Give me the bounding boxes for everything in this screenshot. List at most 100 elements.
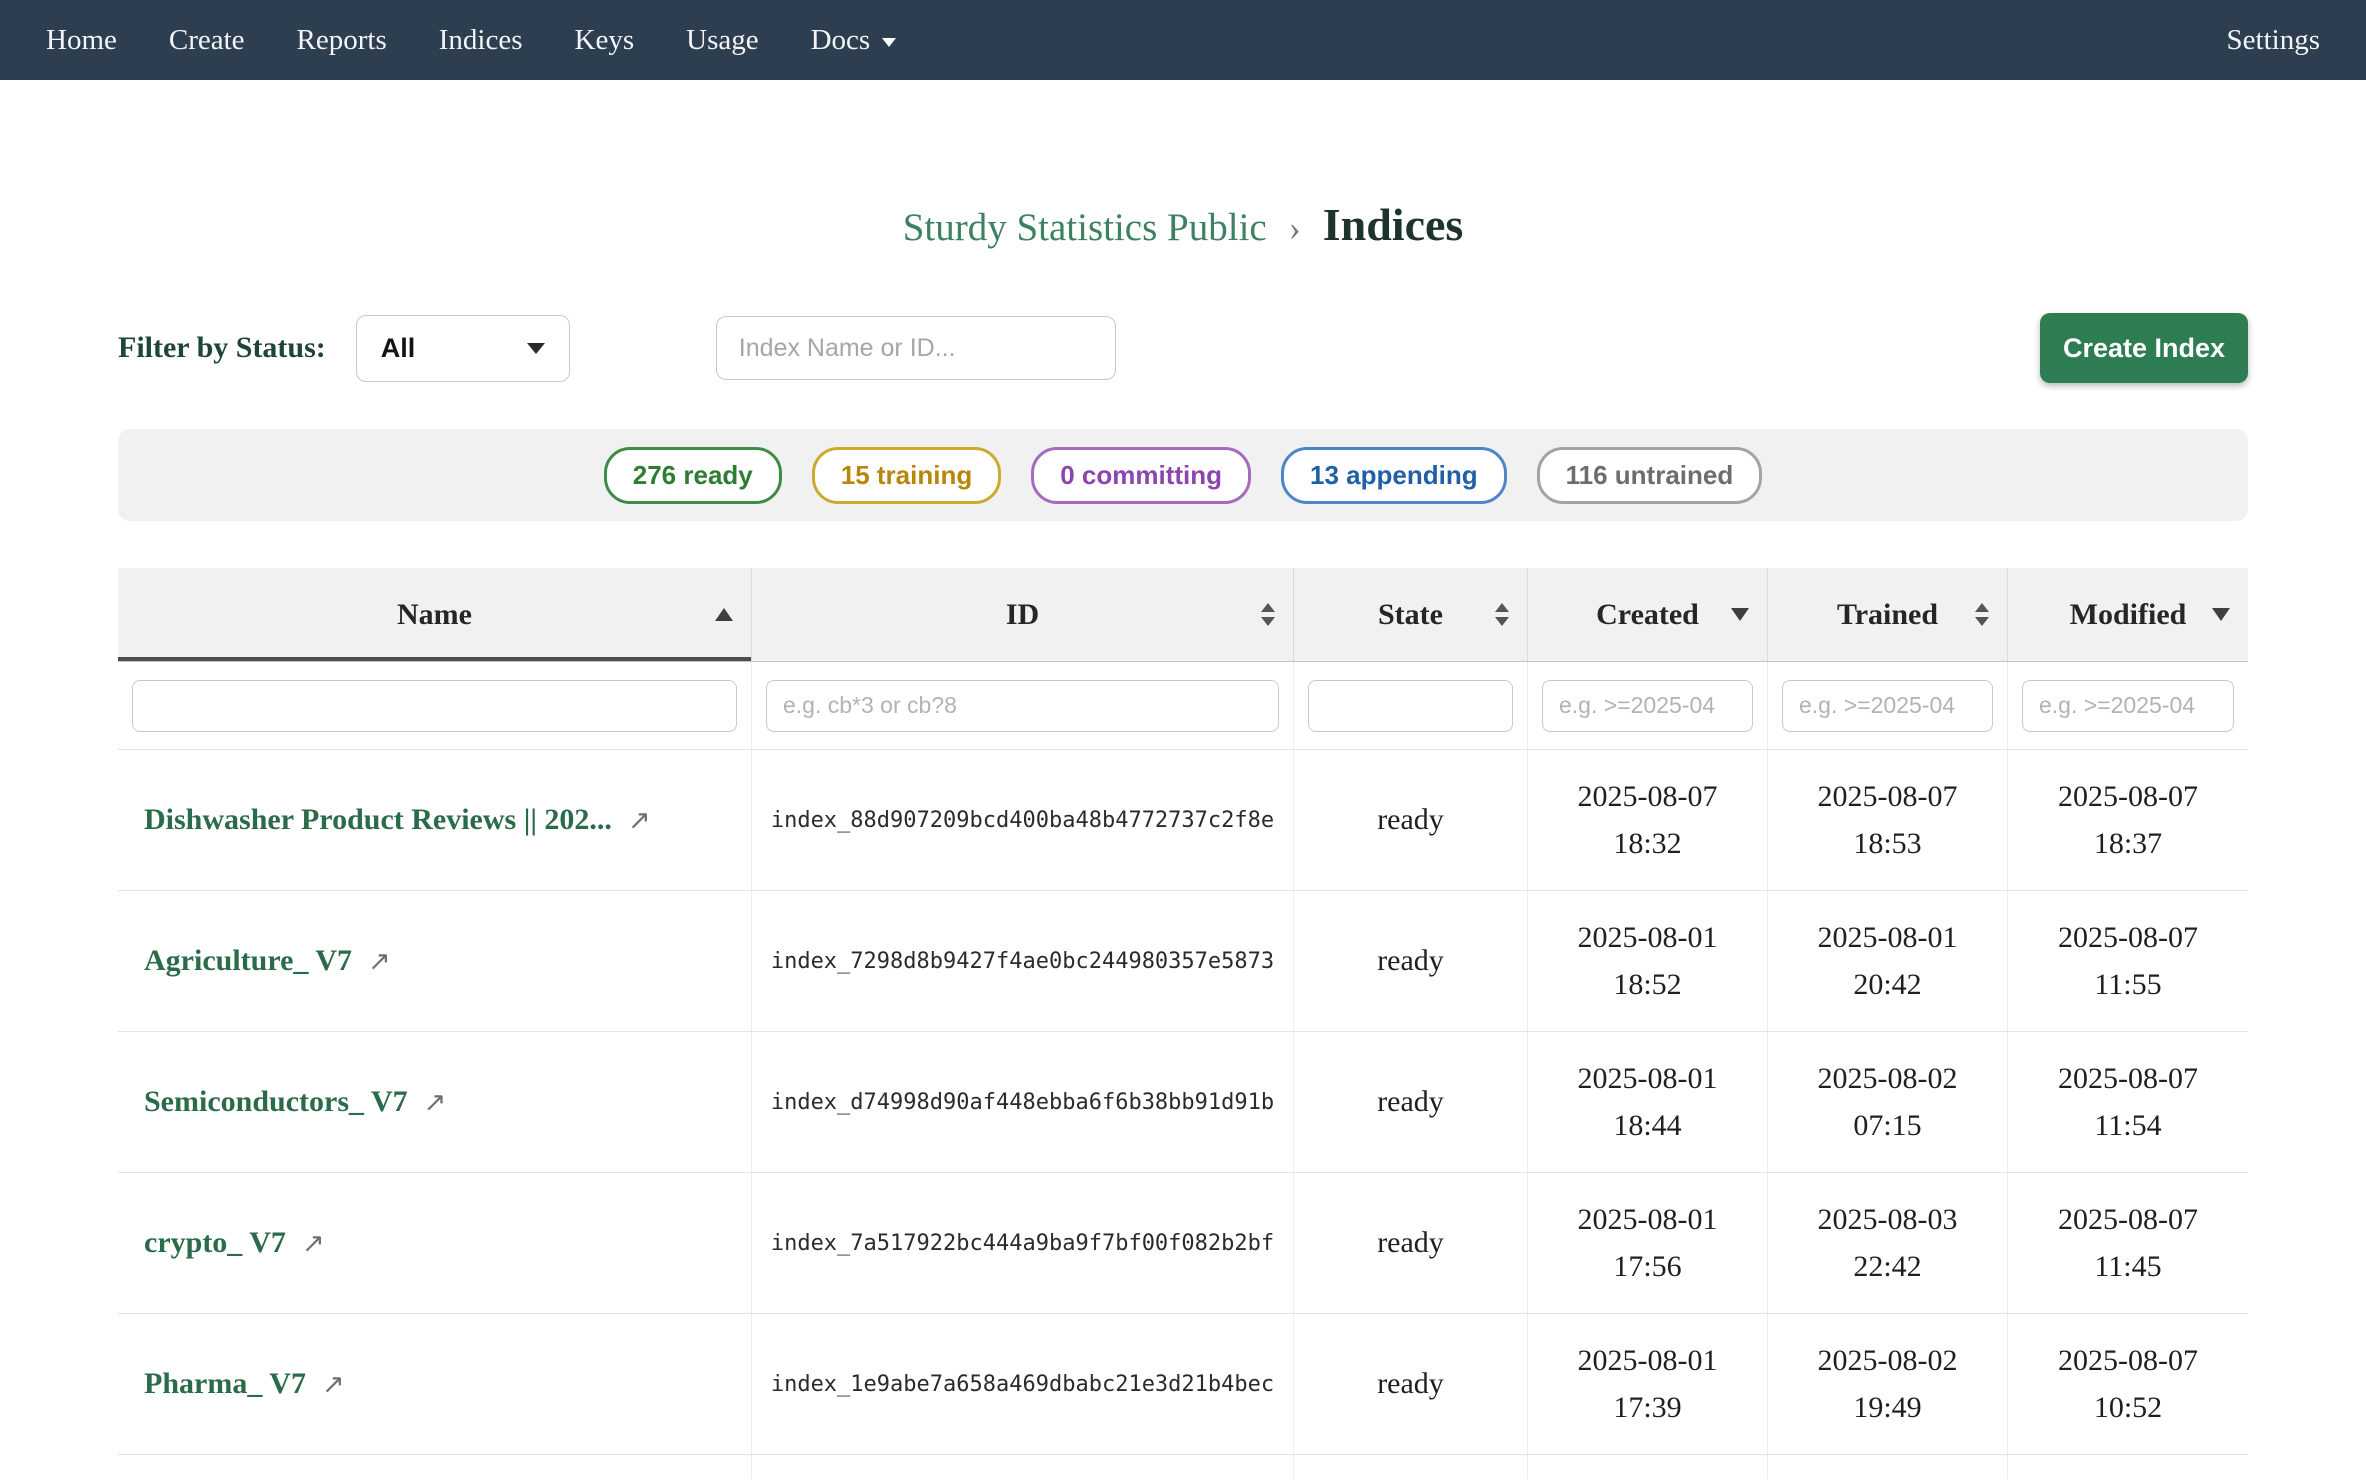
time-line: 18:52 [1613,961,1681,1008]
index-id: index_7298d8b9427f4ae0bc244980357e5873 [752,891,1294,1031]
column-label-state: State [1378,598,1443,632]
time-line: 11:45 [2094,1243,2161,1290]
nav-item-docs-label: Docs [811,24,871,57]
date-line: 2025-08-07 [2058,1337,2198,1384]
breadcrumb: Sturdy Statistics Public › Indices [0,198,2366,251]
date-line: 2025-08-02 [1818,1337,1958,1384]
time-line: 07:15 [1853,1102,1921,1149]
trained-cell: 2025-08-02 19:49 [1768,1314,2008,1454]
column-header-id[interactable]: ID [752,568,1294,661]
trained-cell: 2025-08-02 07:15 [1768,1032,2008,1172]
created-filter-input[interactable] [1542,680,1753,732]
date-line: 2025-08-03 [1818,1196,1958,1243]
trained-cell: 2025-08-07 18:53 [1768,750,2008,890]
sort-both-icon[interactable] [1495,603,1509,626]
index-id: index_d74998d90af448ebba6f6b38bb91d91b [752,1032,1294,1172]
external-link-icon[interactable]: ↗ [424,1087,447,1118]
index-id: index_88d907209bcd400ba48b4772737c2f8e [752,750,1294,890]
badge-ready[interactable]: 276 ready [604,447,782,504]
time-line: 11:54 [2094,1102,2161,1149]
nav-item-home[interactable]: Home [46,24,117,57]
badge-appending[interactable]: 13 appending [1281,447,1507,504]
index-name-link[interactable]: Semiconductors_ V7 [144,1085,408,1119]
date-line: 2025-08-01 [1578,914,1718,961]
index-name-link[interactable]: Pharma_ V7 [144,1367,306,1401]
trained-cell: 2025-08-03 22:42 [1768,1173,2008,1313]
indices-table: Name ID State Created Trained Modified [118,568,2248,1479]
modified-cell: 2025-08-07 11:54 [2008,1032,2248,1172]
date-line: 2025-08-07 [2058,914,2198,961]
time-line: 18:44 [1613,1102,1681,1149]
column-label-trained: Trained [1837,598,1938,632]
sort-both-icon[interactable] [1261,603,1275,626]
created-cell: 2025-08-01 17:39 [1528,1314,1768,1454]
external-link-icon[interactable]: ↗ [322,1369,345,1400]
breadcrumb-parent-link[interactable]: Sturdy Statistics Public [903,206,1267,249]
column-header-trained[interactable]: Trained [1768,568,2008,661]
table-row-partial [118,1455,2248,1479]
index-name-link[interactable]: Dishwasher Product Reviews || 202... [144,803,612,837]
date-line: 2025-08-07 [2058,773,2198,820]
time-line: 11:55 [2094,961,2161,1008]
table-filter-row [118,662,2248,750]
index-state: ready [1294,1173,1528,1313]
date-line: 2025-08-01 [1578,1055,1718,1102]
sort-desc-icon[interactable] [1731,608,1749,621]
time-line: 18:32 [1613,820,1681,867]
date-line: 2025-08-01 [1578,1337,1718,1384]
status-filter-value: All [381,333,416,364]
modified-cell: 2025-08-07 11:45 [2008,1173,2248,1313]
nav-item-indices[interactable]: Indices [439,24,523,57]
index-name-link[interactable]: crypto_ V7 [144,1226,286,1260]
nav-item-keys[interactable]: Keys [575,24,635,57]
column-header-modified[interactable]: Modified [2008,568,2248,661]
external-link-icon[interactable]: ↗ [302,1228,325,1259]
nav-item-docs[interactable]: Docs [811,24,897,57]
external-link-icon[interactable]: ↗ [628,805,651,836]
id-filter-input[interactable] [766,680,1279,732]
column-header-name[interactable]: Name [118,568,752,661]
create-index-button[interactable]: Create Index [2040,313,2248,383]
nav-item-reports[interactable]: Reports [297,24,387,57]
time-line: 17:39 [1613,1384,1681,1431]
date-line: 2025-08-07 [2058,1055,2198,1102]
date-line: 2025-08-07 [1818,773,1958,820]
index-state: ready [1294,891,1528,1031]
index-id: index_7a517922bc444a9ba9f7bf00f082b2bf [752,1173,1294,1313]
chevron-down-icon [527,343,545,354]
table-row: Agriculture_ V7 ↗ index_7298d8b9427f4ae0… [118,891,2248,1032]
column-label-name: Name [397,598,472,632]
index-name-link[interactable]: Agriculture_ V7 [144,944,352,978]
nav-item-usage[interactable]: Usage [686,24,758,57]
modified-filter-input[interactable] [2022,680,2234,732]
nav-item-create[interactable]: Create [169,24,245,57]
state-filter-input[interactable] [1308,680,1513,732]
badge-committing[interactable]: 0 committing [1031,447,1251,504]
date-line: 2025-08-01 [1578,1196,1718,1243]
date-line: 2025-08-02 [1818,1055,1958,1102]
toolbar: Filter by Status: All Create Index [118,313,2248,383]
table-row: Pharma_ V7 ↗ index_1e9abe7a658a469dbabc2… [118,1314,2248,1455]
column-label-modified: Modified [2070,598,2187,632]
time-line: 22:42 [1853,1243,1921,1290]
name-filter-input[interactable] [132,680,737,732]
nav-item-settings[interactable]: Settings [2227,24,2320,57]
status-summary-bar: 276 ready 15 training 0 committing 13 ap… [118,429,2248,521]
created-cell: 2025-08-01 18:44 [1528,1032,1768,1172]
column-header-state[interactable]: State [1294,568,1528,661]
badge-untrained[interactable]: 116 untrained [1537,447,1763,504]
filter-by-status-label: Filter by Status: [118,331,326,365]
badge-training[interactable]: 15 training [812,447,1001,504]
sort-desc-icon[interactable] [2212,608,2230,621]
trained-filter-input[interactable] [1782,680,1993,732]
external-link-icon[interactable]: ↗ [368,946,391,977]
column-header-created[interactable]: Created [1528,568,1768,661]
sort-asc-icon[interactable] [715,608,733,621]
modified-cell: 2025-08-07 11:55 [2008,891,2248,1031]
column-label-id: ID [1006,598,1039,632]
time-line: 17:56 [1613,1243,1681,1290]
sort-both-icon[interactable] [1975,603,1989,626]
status-filter-select[interactable]: All [356,315,570,382]
search-input[interactable] [716,316,1116,380]
navbar: Home Create Reports Indices Keys Usage D… [0,0,2366,80]
